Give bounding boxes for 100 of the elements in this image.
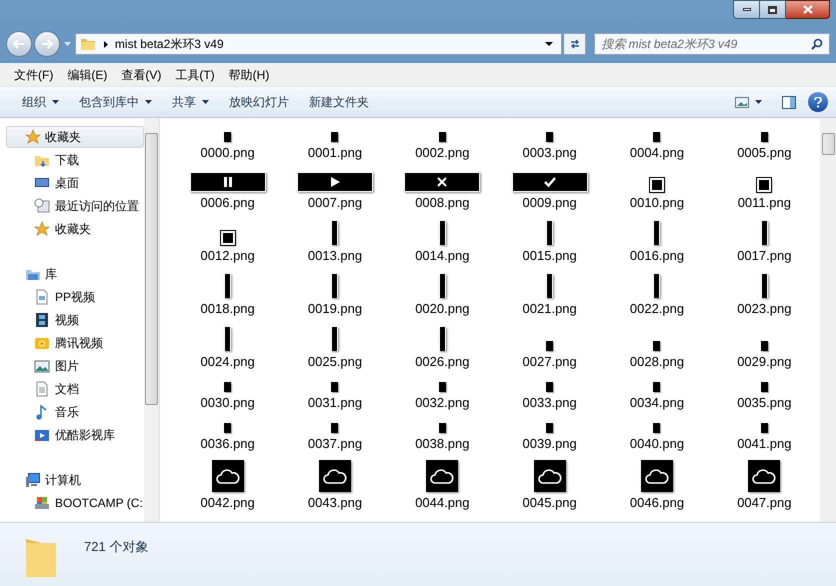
file-item[interactable]: 0012.png (174, 211, 282, 264)
refresh-button[interactable] (564, 33, 586, 55)
file-item[interactable]: 0022.png (603, 264, 711, 317)
nav-item[interactable]: PP视频 (6, 285, 144, 308)
close-button[interactable] (786, 0, 830, 19)
file-item[interactable]: 0010.png (603, 161, 711, 211)
file-item[interactable]: 0001.png (281, 120, 389, 161)
nav-item[interactable]: 收藏夹 (6, 217, 144, 240)
file-name: 0020.png (415, 301, 470, 317)
file-item[interactable]: 0035.png (710, 370, 818, 411)
file-item[interactable]: 0040.png (603, 411, 711, 452)
menu-item[interactable]: 查看(V) (115, 66, 168, 84)
nav-item[interactable]: 优酷影视库 (6, 423, 144, 446)
thumbnail (224, 382, 232, 392)
search-input[interactable]: 搜索 mist beta2米环3 v49 (601, 35, 811, 53)
thumbnail-glyph-icon (436, 176, 448, 188)
file-item[interactable]: 0027.png (496, 317, 604, 370)
toolbar-button[interactable]: 共享 (162, 90, 219, 114)
maximize-button[interactable] (760, 0, 786, 19)
toolbar-button[interactable]: 组织 (12, 90, 69, 114)
file-item[interactable]: 0037.png (281, 411, 389, 452)
file-item[interactable]: 0034.png (603, 370, 711, 411)
nav-item[interactable]: 桌面 (6, 171, 144, 194)
scrollbar[interactable] (144, 118, 159, 522)
file-item[interactable]: 0021.png (496, 264, 604, 317)
menu-item[interactable]: 帮助(H) (222, 66, 276, 84)
nav-item[interactable]: 视频 (6, 308, 144, 331)
chevron-right-icon (104, 40, 108, 48)
nav-header[interactable]: 收藏夹 (6, 126, 144, 148)
scrollbar-thumb[interactable] (145, 133, 158, 405)
menu-item[interactable]: 编辑(E) (61, 66, 114, 84)
scrollbar-thumb[interactable] (822, 133, 834, 155)
file-item[interactable]: 0016.png (603, 211, 711, 264)
file-item[interactable]: 0033.png (496, 370, 604, 411)
folder-icon (80, 36, 96, 52)
toolbar-button[interactable]: 新建文件夹 (299, 90, 379, 114)
file-item[interactable]: 0013.png (281, 211, 389, 264)
nav-item[interactable]: 图片 (6, 354, 144, 377)
file-item[interactable]: 0018.png (174, 264, 282, 317)
thumbnail (653, 382, 660, 392)
back-button[interactable] (6, 31, 32, 57)
nav-item[interactable]: 最近访问的位置 (6, 194, 144, 217)
caret-icon (755, 100, 762, 104)
toolbar-button[interactable]: 包含到库中 (69, 90, 162, 114)
file-name: 0046.png (630, 495, 684, 511)
file-item[interactable]: 0028.png (603, 317, 711, 370)
dropdown-caret-icon[interactable] (545, 42, 554, 46)
computer-icon (25, 472, 41, 488)
nav-item[interactable]: 下载 (6, 148, 144, 171)
file-item[interactable]: 0025.png (281, 317, 389, 370)
file-item[interactable]: 0029.png (710, 317, 818, 370)
scrollbar[interactable] (820, 118, 836, 522)
file-item[interactable]: 0017.png (710, 211, 818, 264)
nav-header[interactable]: 计算机 (6, 469, 144, 491)
nav-header[interactable]: 库 (6, 263, 144, 285)
file-item[interactable]: 0008.png (388, 161, 496, 211)
file-item[interactable]: 0042.png (174, 452, 282, 511)
file-item[interactable]: 0015.png (496, 211, 604, 264)
toolbar-button[interactable]: 放映幻灯片 (219, 90, 299, 114)
file-item[interactable]: 0019.png (281, 264, 389, 317)
forward-button[interactable] (34, 31, 60, 57)
nav-item-label: 腾讯视频 (55, 334, 103, 352)
minimize-button[interactable] (733, 0, 760, 19)
file-item[interactable]: 0000.png (174, 120, 282, 161)
file-item[interactable]: 0006.png (174, 161, 282, 211)
file-item[interactable]: 0047.png (710, 452, 818, 511)
file-item[interactable]: 0043.png (281, 452, 389, 511)
file-item[interactable]: 0030.png (174, 370, 282, 411)
file-item[interactable]: 0032.png (388, 370, 496, 411)
file-item[interactable]: 0014.png (388, 211, 496, 264)
file-item[interactable]: 0046.png (603, 452, 711, 511)
address-bar[interactable]: mist beta2米环3 v49 (74, 33, 562, 55)
file-item[interactable]: 0003.png (496, 120, 604, 161)
file-item[interactable]: 0002.png (388, 120, 496, 161)
menu-item[interactable]: 工具(T) (169, 66, 221, 84)
nav-item[interactable]: 音乐 (6, 400, 144, 423)
file-item[interactable]: 0004.png (603, 120, 711, 161)
nav-item[interactable]: 文档 (6, 377, 144, 400)
file-item[interactable]: 0023.png (710, 264, 818, 317)
file-item[interactable]: 0036.png (174, 411, 282, 452)
file-item[interactable]: 0009.png (496, 161, 604, 211)
file-item[interactable]: 0007.png (281, 161, 389, 211)
file-item[interactable]: 0011.png (710, 161, 818, 211)
file-item[interactable]: 0005.png (710, 120, 818, 161)
file-item[interactable]: 0041.png (710, 411, 818, 452)
menu-item[interactable]: 文件(F) (8, 66, 60, 84)
file-item[interactable]: 0026.png (388, 317, 496, 370)
nav-item[interactable]: BOOTCAMP (C: (6, 491, 144, 514)
file-item[interactable]: 0039.png (496, 411, 604, 452)
path-segment[interactable]: mist beta2米环3 v49 (114, 35, 224, 53)
file-item[interactable]: 0045.png (496, 452, 604, 511)
recent-pages-caret-icon[interactable] (64, 42, 71, 46)
file-item[interactable]: 0031.png (281, 370, 389, 411)
file-item[interactable]: 0020.png (388, 264, 496, 317)
file-item[interactable]: 0038.png (388, 411, 496, 452)
help-button[interactable] (808, 92, 828, 112)
search-field[interactable]: 搜索 mist beta2米环3 v49 (594, 33, 830, 55)
file-item[interactable]: 0024.png (174, 317, 282, 370)
file-item[interactable]: 0044.png (388, 452, 496, 511)
nav-item[interactable]: 腾讯视频 (6, 331, 144, 354)
